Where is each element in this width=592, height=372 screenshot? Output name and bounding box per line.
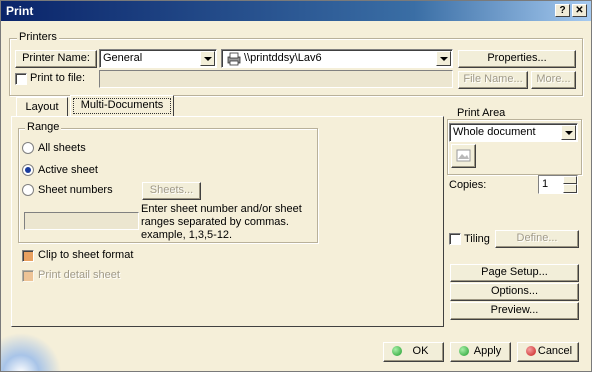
options-button[interactable]: Options... (450, 283, 579, 301)
sheet-numbers-radio[interactable] (22, 184, 34, 196)
printers-group-label: Printers (17, 31, 59, 43)
apply-button[interactable]: Apply (450, 342, 511, 362)
printer-path-select[interactable]: \\printddsy\Lav6 (221, 49, 453, 68)
clip-to-sheet-format-label: Clip to sheet format (38, 249, 134, 261)
active-sheet-label: Active sheet (38, 164, 98, 176)
sheet-numbers-hint: Enter sheet number and/or sheet ranges s… (141, 203, 302, 241)
chevron-down-icon[interactable] (436, 51, 451, 66)
range-group-label: Range (25, 121, 62, 133)
tab-layout[interactable]: Layout (16, 97, 68, 117)
copies-label: Copies: (449, 179, 487, 191)
chevron-down-icon[interactable] (561, 125, 576, 140)
tiling-checkbox[interactable] (449, 233, 461, 245)
all-sheets-radio[interactable] (22, 142, 34, 154)
print-area-group-label: Print Area (455, 107, 508, 119)
close-button[interactable]: ✕ (572, 4, 587, 17)
stepper-up-icon[interactable] (563, 176, 577, 184)
stepper-down-icon[interactable] (563, 184, 577, 193)
page-setup-button[interactable]: Page Setup... (450, 264, 579, 282)
apply-icon (459, 346, 469, 356)
print-detail-sheet-label: Print detail sheet (38, 269, 120, 281)
file-path-field[interactable] (99, 70, 453, 88)
file-name-button[interactable]: File Name... (458, 71, 528, 89)
printer-icon (226, 52, 242, 69)
tiling-label: Tiling (464, 233, 490, 245)
apply-label: Apply (473, 345, 502, 357)
chevron-down-icon[interactable] (200, 51, 215, 66)
print-area-select[interactable]: Whole document (449, 123, 578, 142)
ok-button[interactable]: OK (383, 342, 444, 362)
printer-name-select[interactable]: General (99, 49, 217, 68)
sheet-numbers-label: Sheet numbers (38, 184, 113, 196)
preview-button[interactable]: Preview... (450, 302, 579, 320)
all-sheets-label: All sheets (38, 142, 86, 154)
copies-stepper[interactable]: 1 (538, 175, 578, 194)
window-title: Print (6, 4, 34, 18)
cancel-icon (526, 346, 536, 356)
properties-button[interactable]: Properties... (458, 50, 576, 68)
printer-path-value: \\printddsy\Lav6 (244, 52, 322, 64)
cancel-label: Cancel (537, 345, 573, 357)
printer-name-button[interactable]: Printer Name: (15, 50, 97, 68)
print-area-value: Whole document (453, 126, 536, 138)
sheet-numbers-field[interactable] (24, 212, 139, 230)
copies-value: 1 (542, 178, 549, 190)
tab-multi-documents[interactable]: Multi-Documents (70, 95, 174, 117)
print-area-preview-button[interactable] (451, 144, 476, 168)
print-dialog: Print ? ✕ Printers Printer Name: General… (0, 0, 592, 372)
cancel-button[interactable]: Cancel (517, 342, 579, 362)
ok-label: OK (412, 345, 429, 357)
print-detail-sheet-checkbox[interactable] (22, 270, 34, 282)
decorative-corner-graphic (1, 333, 61, 371)
print-to-file-checkbox[interactable] (15, 73, 27, 85)
ok-icon (392, 346, 402, 356)
title-bar[interactable]: Print ? ✕ (1, 1, 591, 21)
more-button[interactable]: More... (531, 71, 576, 89)
image-icon (455, 149, 473, 168)
printer-name-value: General (103, 52, 143, 64)
clip-to-sheet-format-checkbox[interactable] (22, 250, 34, 262)
active-sheet-radio[interactable] (22, 164, 34, 176)
define-button[interactable]: Define... (495, 230, 579, 248)
print-to-file-label: Print to file: (30, 72, 86, 84)
help-button[interactable]: ? (555, 4, 570, 17)
sheets-button[interactable]: Sheets... (142, 182, 201, 200)
